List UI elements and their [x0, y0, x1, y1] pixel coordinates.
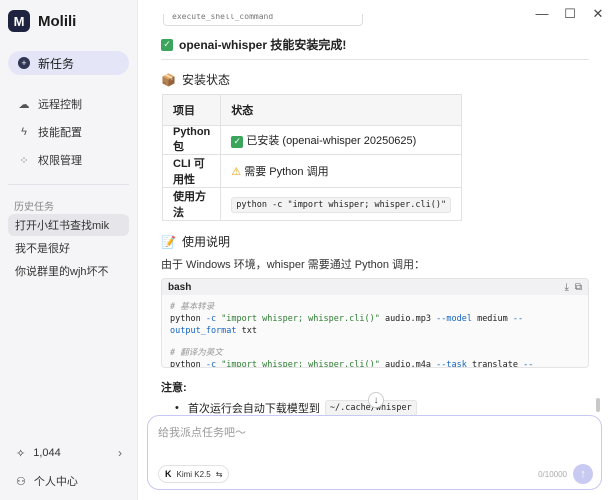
sidebar-item-permissions[interactable]: ⁘ 权限管理: [8, 149, 129, 171]
status-text: 已安装 (openai-whisper 20250625): [246, 135, 417, 147]
download-icon[interactable]: ⤓: [564, 282, 568, 293]
cloud-icon: ☁: [18, 98, 30, 111]
sidebar-item-remote-control[interactable]: ☁ 远程控制: [8, 93, 129, 115]
install-heading-text: 安装状态: [181, 73, 230, 87]
table-cell-status: python -c "import whisper; whisper.cli()…: [220, 187, 463, 221]
usage-paragraph: 由于 Windows 环境，whisper 需要通过 Python 调用：: [161, 259, 426, 271]
history-title: 历史任务: [14, 202, 54, 213]
scroll-down-button[interactable]: ↓: [368, 392, 384, 408]
history-item[interactable]: 我不是很好: [8, 237, 129, 259]
table-row: Python 包 ✓ 已安装 (openai-whisper 20250625): [161, 125, 463, 155]
code-blank: [170, 337, 580, 347]
inline-code: python -c "import whisper; whisper.cli()…: [231, 197, 452, 213]
status-text: 需要 Python 调用: [244, 166, 329, 178]
new-task-button[interactable]: + 新任务: [8, 51, 129, 75]
history-item[interactable]: 打开小红书查找mik: [8, 214, 129, 236]
usage-heading: 📝 使用说明: [161, 233, 230, 250]
code-comment: # 基本转录: [170, 302, 215, 312]
user-center-button[interactable]: ⚇ 个人中心: [16, 473, 78, 489]
table-cell-item: Python 包: [161, 125, 222, 155]
user-icon: ⚇: [16, 475, 26, 488]
plus-icon: +: [18, 57, 30, 69]
bolt-icon: ϟ: [21, 126, 27, 138]
sidebar-item-label: 权限管理: [38, 155, 82, 167]
model-name: Kimi K2.5: [176, 469, 211, 479]
table-cell-item: CLI 可用性: [161, 154, 222, 188]
credits-value: 1,044: [33, 447, 61, 459]
table-header: 项目: [161, 94, 222, 126]
new-task-label: 新任务: [38, 56, 75, 71]
table-header-row: 项目 状态: [161, 94, 463, 126]
app-logo: M: [8, 10, 30, 32]
sidebar-divider: [8, 184, 129, 185]
code-line: python -c "import whisper; whisper.cli()…: [170, 360, 534, 368]
sidebar-item-label: 远程控制: [38, 99, 82, 111]
code-comment: # 翻译为英文: [170, 348, 223, 358]
sidebar: M Molili + 新任务 ☁ 远程控制 ϟ 技能配置 ⁘ 权限管理 历史任务…: [0, 0, 138, 500]
divider: [161, 59, 589, 60]
check-icon: ✓: [161, 38, 173, 51]
code-tools: ⤓ ⧉: [564, 282, 582, 293]
chevron-right-icon: ›: [118, 446, 122, 460]
check-icon: ✓: [231, 135, 244, 148]
done-message: ✓ openai-whisper 技能安装完成!: [161, 36, 346, 53]
table-row: 使用方法 python -c "import whisper; whisper.…: [161, 187, 463, 221]
swap-icon: ⇆: [215, 469, 223, 479]
code-body: # 基本转录 python -c "import whisper; whispe…: [162, 295, 588, 368]
code-language: bash: [168, 281, 192, 293]
sidebar-item-skills[interactable]: ϟ 技能配置: [8, 121, 129, 143]
history-item[interactable]: 你说群里的wjh坏不: [8, 260, 129, 282]
table-cell-status: ⚠ 需要 Python 调用: [220, 154, 463, 188]
nodes-icon: ⁘: [19, 154, 29, 167]
composer: K Kimi K2.5 ⇆ 0/10000 ↑: [147, 415, 602, 490]
note-title: 注意:: [161, 382, 187, 394]
sparkle-icon: ✧: [16, 447, 26, 460]
install-heading: 📦 安装状态: [161, 71, 230, 88]
install-status-table: 项目 状态 Python 包 ✓ 已安装 (openai-whisper 202…: [161, 94, 463, 221]
kimi-logo-icon: K: [165, 469, 172, 479]
credits-button[interactable]: ✧ 1,044 ›: [16, 446, 122, 460]
bullet-text: 首次运行会自动下载模型到: [187, 403, 320, 415]
table-cell-status: ✓ 已安装 (openai-whisper 20250625): [220, 125, 463, 155]
code-block: bash ⤓ ⧉ # 基本转录 python -c "import whispe…: [161, 278, 589, 368]
sidebar-item-label: 技能配置: [38, 127, 82, 139]
scrollbar[interactable]: [596, 398, 600, 412]
package-icon: 📦: [161, 72, 176, 87]
usage-heading-text: 使用说明: [181, 235, 230, 249]
memo-icon: 📝: [161, 234, 176, 249]
table-row: CLI 可用性 ⚠ 需要 Python 调用: [161, 154, 463, 188]
code-block-header: bash ⤓ ⧉: [162, 279, 588, 295]
table-header: 状态: [220, 94, 463, 126]
task-input[interactable]: [158, 424, 588, 448]
warning-icon: ⚠: [231, 166, 242, 178]
code-line: python -c "import whisper; whisper.cli()…: [170, 314, 524, 336]
model-selector[interactable]: K Kimi K2.5 ⇆: [158, 465, 230, 483]
done-text: openai-whisper 技能安装完成!: [179, 38, 347, 52]
copy-icon[interactable]: ⧉: [575, 282, 582, 293]
prev-command: execute_shell_command: [163, 14, 363, 26]
send-button[interactable]: ↑: [573, 464, 593, 484]
char-counter: 0/10000: [538, 470, 567, 479]
user-center-label: 个人中心: [33, 476, 78, 488]
chat-content: execute_shell_command ✓ openai-whisper 技…: [139, 0, 601, 420]
app-name: Molili: [38, 12, 77, 30]
table-cell-item: 使用方法: [161, 187, 222, 221]
brand: M Molili: [8, 10, 76, 32]
